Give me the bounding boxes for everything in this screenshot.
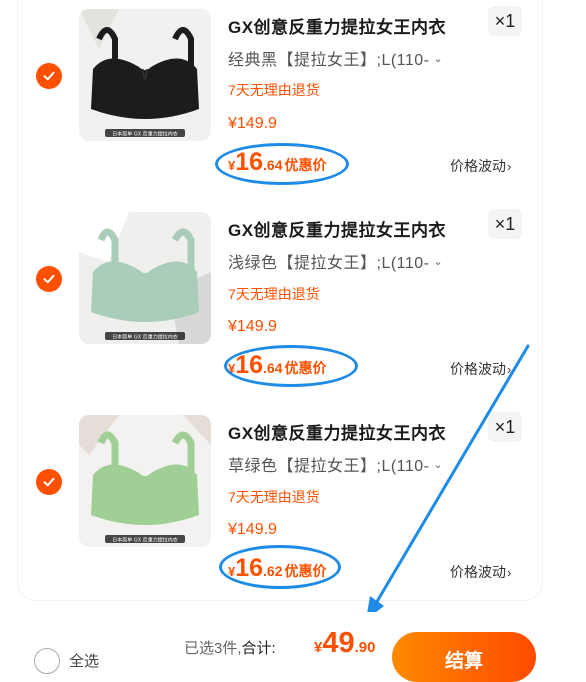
original-price: ¥149.9 (228, 115, 277, 132)
chevron-down-icon: ⌄ (433, 459, 444, 471)
item-checkbox[interactable] (36, 266, 62, 292)
svg-text:日本原单 GX 反重力提拉内衣: 日本原单 GX 反重力提拉内衣 (112, 131, 177, 138)
chevron-down-icon: ⌄ (433, 53, 444, 65)
product-image[interactable]: 日本原单 GX 反重力提拉内衣 (79, 9, 211, 141)
select-all-checkbox[interactable] (34, 648, 60, 674)
product-title[interactable]: GX创意反重力提拉女王内衣 (228, 216, 446, 241)
checkmark-icon (43, 274, 55, 284)
quantity-badge[interactable]: ×1 (488, 412, 522, 442)
checkout-button[interactable]: 结算 (392, 632, 536, 682)
chevron-down-icon: ⌄ (433, 256, 444, 268)
product-title[interactable]: GX创意反重力提拉女王内衣 (228, 419, 446, 444)
variant-selector[interactable]: 草绿色【提拉女王】;L(110- ⌄ (228, 452, 443, 476)
price-trend-link[interactable]: 价格波动› (450, 562, 511, 582)
return-policy: 7天无理由退货 (228, 286, 320, 302)
variant-label: 草绿色【提拉女王】;L(110- (228, 458, 430, 475)
chevron-right-icon: › (507, 159, 512, 174)
select-all-label: 全选 (69, 653, 100, 670)
checkmark-icon (43, 71, 55, 81)
total-price: ¥49.90 (314, 627, 375, 660)
variant-label: 经典黑【提拉女王】;L(110- (228, 52, 430, 69)
selected-count: 已选3件, (184, 640, 242, 657)
product-title[interactable]: GX创意反重力提拉女王内衣 (228, 13, 446, 38)
variant-selector[interactable]: 经典黑【提拉女王】;L(110- ⌄ (228, 46, 443, 70)
svg-text:日本原单 GX 反重力提拉内衣: 日本原单 GX 反重力提拉内衣 (112, 334, 177, 341)
annotation-ellipse (219, 545, 341, 589)
price-trend-label: 价格波动 (450, 158, 506, 174)
quantity-badge[interactable]: ×1 (488, 209, 522, 239)
variant-selector[interactable]: 浅绿色【提拉女王】;L(110- ⌄ (228, 249, 443, 273)
total-label: 合计: (241, 640, 276, 657)
checkmark-icon (43, 477, 55, 487)
chevron-right-icon: › (507, 565, 512, 580)
annotation-ellipse (215, 143, 349, 185)
selection-summary: 已选3件,合计: (184, 637, 276, 658)
item-checkbox[interactable] (36, 469, 62, 495)
price-trend-link[interactable]: 价格波动› (450, 156, 511, 176)
annotation-ellipse (224, 345, 358, 387)
original-price: ¥149.9 (228, 521, 277, 538)
total-integer: 49 (322, 627, 355, 659)
svg-text:日本原单 GX 反重力提拉内衣: 日本原单 GX 反重力提拉内衣 (112, 537, 177, 544)
price-trend-label: 价格波动 (450, 361, 506, 377)
original-price: ¥149.9 (228, 318, 277, 335)
chevron-right-icon: › (507, 362, 512, 377)
product-image[interactable]: 日本原单 GX 反重力提拉内衣 (79, 212, 211, 344)
return-policy: 7天无理由退货 (228, 489, 320, 505)
product-image[interactable]: 日本原单 GX 反重力提拉内衣 (79, 415, 211, 547)
return-policy: 7天无理由退货 (228, 82, 320, 98)
variant-label: 浅绿色【提拉女王】;L(110- (228, 255, 430, 272)
price-trend-label: 价格波动 (450, 564, 506, 580)
quantity-badge[interactable]: ×1 (488, 6, 522, 36)
price-trend-link[interactable]: 价格波动› (450, 359, 511, 379)
total-decimal: .90 (354, 639, 376, 656)
item-checkbox[interactable] (36, 63, 62, 89)
